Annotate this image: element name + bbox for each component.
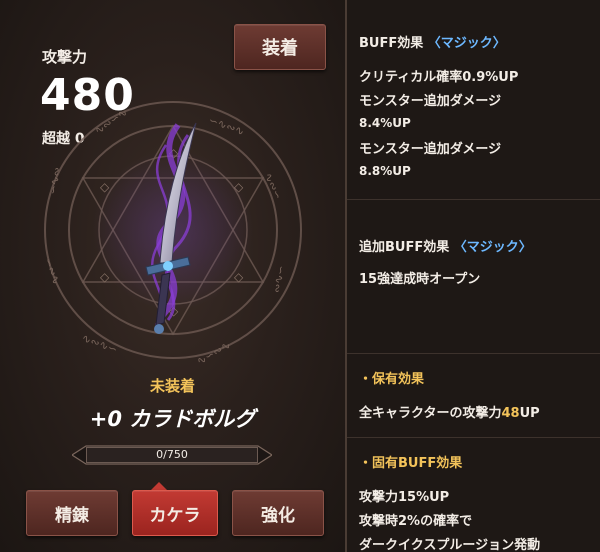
owned-effect-title: ・保有効果: [359, 372, 425, 387]
refine-button[interactable]: 精錬: [26, 490, 118, 536]
unique-buff-line: 攻撃力15%UP: [359, 490, 450, 505]
unique-buff-section: ・固有BUFF効果 攻撃力15%UP 攻撃時2%の確率で ダークイクスプルージョ…: [347, 438, 600, 552]
extra-buff-section: 追加BUFF効果 〈マジック〉 15強達成時オープン: [347, 200, 600, 354]
buff-line: 8.8%UP: [359, 164, 411, 178]
magic-tag: 〈マジック〉: [453, 240, 532, 255]
owned-effect-section: ・保有効果 全キャラクターの攻撃力48UP: [347, 354, 600, 438]
progress-text: 0/750: [156, 448, 188, 461]
progress-bar: 0/750: [72, 444, 272, 466]
buff-effect-section: BUFF効果 〈マジック〉 クリティカル確率0.9%UP モンスター追加ダメージ…: [347, 0, 600, 200]
weapon-image: ∿∾∽∿ ∽∿∾∿ ∿∾∽ ∽∿∾ ∿∾∽∿ ∽∿∾∿ ∿∾∽ ∽∿∾ ◇ ◇ …: [38, 95, 308, 368]
buff-effect-title: BUFF効果 〈マジック〉: [359, 36, 506, 51]
buff-line: モンスター追加ダメージ: [359, 94, 502, 109]
enhance-button[interactable]: 強化: [232, 490, 324, 536]
buff-line: 8.4%UP: [359, 116, 411, 130]
weapon-detail-panel: 攻撃力 480 超越 0 装着 ∿∾∽∿ ∽∿∾∿ ∿∾∽ ∽∿∾ ∿∾∽∿ ∽…: [0, 0, 345, 552]
equip-status: 未装着: [149, 377, 195, 395]
unique-buff-line: ダークイクスプルージョン発動: [359, 538, 541, 552]
buff-line: モンスター追加ダメージ: [359, 142, 502, 157]
svg-text:∿∾∽: ∿∾∽: [261, 171, 284, 202]
extra-buff-title: 追加BUFF効果 〈マジック〉: [359, 240, 532, 255]
unique-buff-line: 攻撃時2%の確率で: [359, 514, 473, 529]
kakera-button[interactable]: カケラ: [132, 490, 218, 536]
extra-buff-line: 15強達成時オープン: [359, 272, 481, 287]
svg-text:∽∿∾: ∽∿∾: [46, 166, 64, 195]
weapon-name: +0 カラドボルグ: [89, 407, 256, 431]
magic-tag: 〈マジック〉: [427, 36, 506, 51]
attack-label: 攻撃力: [42, 48, 88, 66]
svg-text:∿∾∽: ∿∾∽: [41, 256, 63, 286]
effects-panel: BUFF効果 〈マジック〉 クリティカル確率0.9%UP モンスター追加ダメージ…: [345, 0, 600, 552]
svg-text:∿∾∽∿: ∿∾∽∿: [195, 338, 233, 365]
svg-text:∿∾∽∿: ∿∾∽∿: [92, 106, 130, 138]
owned-effect-line: 全キャラクターの攻撃力48UP: [359, 406, 540, 421]
buff-line: クリティカル確率0.9%UP: [359, 70, 519, 85]
equip-button[interactable]: 装着: [234, 24, 326, 70]
unique-buff-title: ・固有BUFF効果: [359, 456, 463, 471]
